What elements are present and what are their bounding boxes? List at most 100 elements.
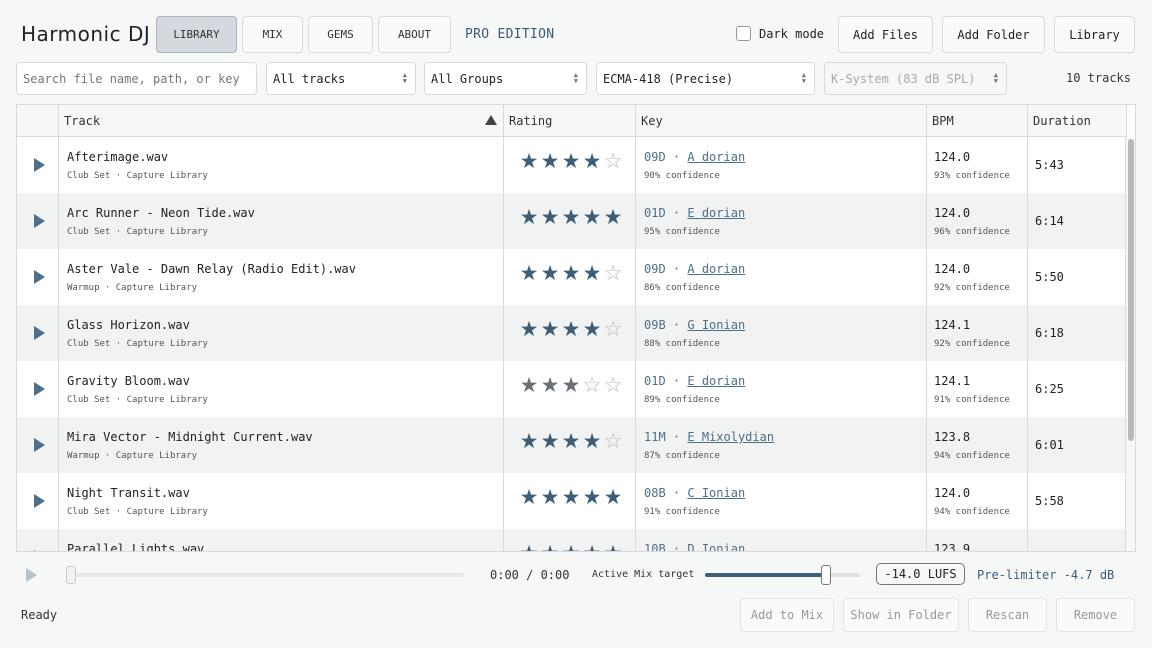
table-row[interactable]: Gravity Bloom.wav Club Set · Capture Libr… [17,361,1127,417]
play-icon[interactable] [34,438,45,452]
star-rating[interactable]: ★ ★ ★ ☆ ☆ [519,375,639,396]
star-rating[interactable]: ★★★★★ [519,207,639,228]
star-filled-icon[interactable]: ★ [540,151,560,172]
track-filter-select[interactable]: All tracks ▲ ▼ [266,62,416,95]
star-filled-icon[interactable]: ★ [540,487,560,508]
play-icon[interactable] [34,270,45,284]
star-rating[interactable]: ★★★★★ [519,543,639,552]
table-row[interactable]: Aster Vale - Dawn Relay (Radio Edit).wav… [17,249,1127,305]
star-rating[interactable]: ★★★★★ [519,487,639,508]
remove-button[interactable]: Remove [1056,598,1135,632]
add-folder-button[interactable]: Add Folder [942,16,1045,53]
header-track[interactable]: Track [59,105,504,137]
star-filled-icon[interactable]: ★ [561,375,581,396]
star-filled-icon[interactable]: ★ [519,375,539,396]
scrollbar-thumb[interactable] [1128,139,1134,441]
table-row[interactable]: Arc Runner - Neon Tide.wav Club Set · Cap… [17,193,1127,249]
play-icon[interactable] [34,326,45,340]
star-empty-icon[interactable]: ☆ [582,375,602,396]
star-filled-icon[interactable]: ★ [519,263,539,284]
tab-gems[interactable]: GEMS [308,16,373,53]
mix-target-slider[interactable] [705,565,860,585]
key-link[interactable]: E dorian [687,206,745,220]
search-input[interactable] [23,71,256,86]
star-rating[interactable]: ★ ★ ★ ★ ☆ [519,431,639,452]
add-to-mix-button[interactable]: Add to Mix [740,598,834,632]
seek-handle[interactable] [66,566,76,584]
key-link[interactable]: E dorian [687,374,745,388]
star-filled-icon[interactable]: ★ [582,151,602,172]
star-filled-icon[interactable]: ★ [561,207,581,228]
star-filled-icon[interactable]: ★ [519,543,539,552]
tab-mix[interactable]: MIX [242,16,303,53]
key-link[interactable]: G Ionian [687,318,745,332]
key-link[interactable]: E Mixolydian [687,430,774,444]
key-link[interactable]: D Ionian [687,542,745,551]
star-rating[interactable]: ★ ★ ★ ★ ☆ [519,263,639,284]
star-filled-icon[interactable]: ★ [540,375,560,396]
star-filled-icon[interactable]: ★ [519,207,539,228]
star-filled-icon[interactable]: ★ [603,487,623,508]
star-filled-icon[interactable]: ★ [540,207,560,228]
header-bpm[interactable]: BPM [927,105,1028,137]
star-filled-icon[interactable]: ★ [603,543,623,552]
play-icon[interactable] [26,568,37,582]
show-in-folder-button[interactable]: Show in Folder [843,598,959,632]
star-empty-icon[interactable]: ☆ [603,263,623,284]
header-key[interactable]: Key [636,105,927,137]
star-filled-icon[interactable]: ★ [540,543,560,552]
table-row[interactable]: Mira Vector - Midnight Current.wav Warmup… [17,417,1127,473]
play-icon[interactable] [34,214,45,228]
rescan-button[interactable]: Rescan [968,598,1047,632]
key-link[interactable]: A dorian [687,150,745,164]
tab-about[interactable]: ABOUT [378,16,451,53]
star-filled-icon[interactable]: ★ [603,207,623,228]
play-icon[interactable] [34,158,45,172]
play-icon[interactable] [34,494,45,508]
dark-mode-checkbox[interactable] [736,26,751,41]
search-field[interactable] [16,62,257,95]
group-filter-select[interactable]: All Groups ▲ ▼ [424,62,587,95]
star-filled-icon[interactable]: ★ [561,431,581,452]
star-filled-icon[interactable]: ★ [561,543,581,552]
star-filled-icon[interactable]: ★ [540,263,560,284]
star-rating[interactable]: ★ ★ ★ ★ ☆ [519,151,639,172]
header-duration[interactable]: Duration [1028,105,1127,137]
star-filled-icon[interactable]: ★ [582,543,602,552]
star-empty-icon[interactable]: ☆ [603,319,623,340]
star-empty-icon[interactable]: ☆ [603,431,623,452]
seek-bar[interactable] [66,566,464,584]
star-filled-icon[interactable]: ★ [561,487,581,508]
library-button[interactable]: Library [1054,16,1135,53]
star-filled-icon[interactable]: ★ [519,487,539,508]
star-filled-icon[interactable]: ★ [519,319,539,340]
key-standard-select[interactable]: ECMA-418 (Precise) ▲ ▼ [596,62,815,95]
mix-target-handle[interactable] [820,565,831,585]
star-filled-icon[interactable]: ★ [582,319,602,340]
key-link[interactable]: A dorian [687,262,745,276]
star-filled-icon[interactable]: ★ [540,319,560,340]
table-row[interactable]: Glass Horizon.wav Club Set · Capture Libr… [17,305,1127,361]
star-filled-icon[interactable]: ★ [582,487,602,508]
star-filled-icon[interactable]: ★ [519,431,539,452]
star-filled-icon[interactable]: ★ [540,431,560,452]
star-filled-icon[interactable]: ★ [519,151,539,172]
key-link[interactable]: C Ionian [687,486,745,500]
star-empty-icon[interactable]: ☆ [603,375,623,396]
star-rating[interactable]: ★ ★ ★ ★ ☆ [519,319,639,340]
star-filled-icon[interactable]: ★ [582,263,602,284]
add-files-button[interactable]: Add Files [838,16,933,53]
header-rating[interactable]: Rating [504,105,636,137]
table-row[interactable]: Night Transit.wav Club Set · Capture Libr… [17,473,1127,529]
dark-mode-toggle[interactable]: Dark mode [736,26,824,41]
play-icon[interactable] [34,382,45,396]
play-icon[interactable] [34,550,45,551]
vertical-scrollbar[interactable] [1125,137,1135,551]
star-empty-icon[interactable]: ☆ [603,151,623,172]
star-filled-icon[interactable]: ★ [561,319,581,340]
table-row[interactable]: Parallel Lights.wav★★★★★10B · D Ionian12… [17,529,1127,552]
star-filled-icon[interactable]: ★ [582,207,602,228]
table-row[interactable]: Afterimage.wav Club Set · Capture Library… [17,137,1127,193]
star-filled-icon[interactable]: ★ [561,263,581,284]
star-filled-icon[interactable]: ★ [582,431,602,452]
